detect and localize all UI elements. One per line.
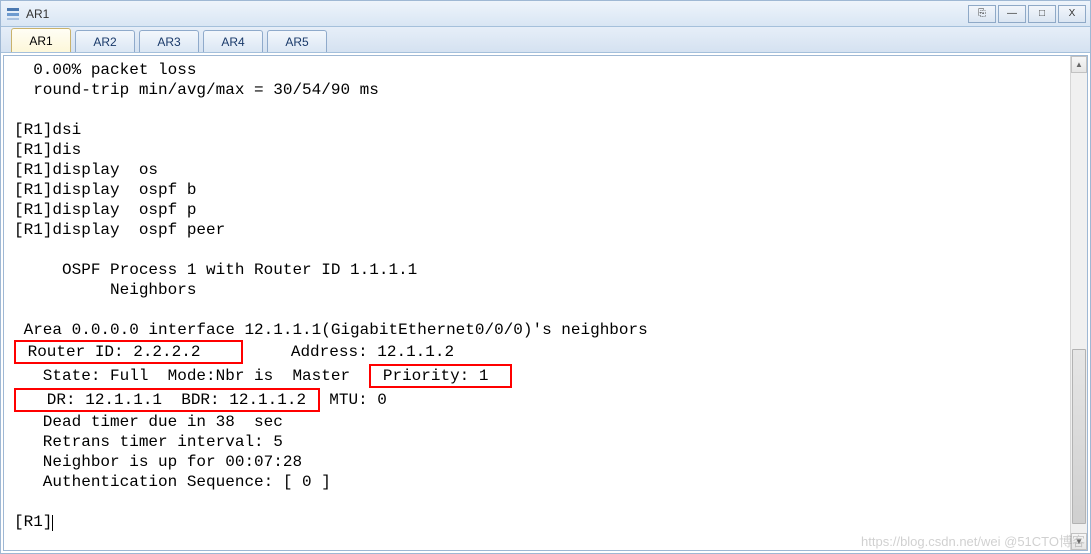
scroll-thumb[interactable]	[1072, 349, 1086, 524]
terminal-line: Area 0.0.0.0 interface 12.1.1.1(GigabitE…	[14, 321, 648, 339]
tab-ar3[interactable]: AR3	[139, 30, 199, 52]
simulator-window: AR1 ⎘ — □ X AR1 AR2 AR3 AR4 AR5 0.00% pa…	[0, 0, 1091, 554]
tab-ar1[interactable]: AR1	[11, 28, 71, 52]
app-icon	[5, 6, 21, 22]
terminal-line: Address: 12.1.1.2	[243, 343, 454, 361]
scroll-up-arrow[interactable]: ▲	[1071, 56, 1087, 73]
scrollbar[interactable]: ▲ ▼	[1070, 56, 1087, 550]
tab-ar2[interactable]: AR2	[75, 30, 135, 52]
terminal-line: Neighbor is up for 00:07:28	[14, 453, 302, 471]
tab-ar5[interactable]: AR5	[267, 30, 327, 52]
minimize-button[interactable]: —	[998, 5, 1026, 23]
scroll-track[interactable]	[1071, 73, 1087, 533]
window-title: AR1	[26, 7, 49, 21]
terminal-line: Retrans timer interval: 5	[14, 433, 283, 451]
scroll-down-arrow[interactable]: ▼	[1071, 533, 1087, 550]
highlight-router-id: Router ID: 2.2.2.2	[14, 340, 243, 364]
terminal-line: [R1]display ospf p	[14, 201, 196, 219]
close-button[interactable]: X	[1058, 5, 1086, 23]
device-tabbar: AR1 AR2 AR3 AR4 AR5	[1, 27, 1090, 53]
terminal-line: [R1]display os	[14, 161, 158, 179]
highlight-priority: Priority: 1	[369, 364, 511, 388]
highlight-dr-bdr: DR: 12.1.1.1 BDR: 12.1.1.2	[14, 388, 320, 412]
tab-ar4[interactable]: AR4	[203, 30, 263, 52]
terminal-line: [R1]display ospf b	[14, 181, 196, 199]
terminal-line: OSPF Process 1 with Router ID 1.1.1.1	[14, 261, 417, 279]
terminal-line: State: Full Mode:Nbr is Master	[14, 367, 369, 385]
terminal-pane: 0.00% packet loss round-trip min/avg/max…	[3, 55, 1088, 551]
terminal-line: [R1]dsi	[14, 121, 81, 139]
terminal-line: [R1]dis	[14, 141, 81, 159]
titlebar: AR1 ⎘ — □ X	[1, 1, 1090, 27]
terminal-cursor	[52, 515, 53, 531]
terminal[interactable]: 0.00% packet loss round-trip min/avg/max…	[4, 56, 1087, 550]
pin-button[interactable]: ⎘	[968, 5, 996, 23]
terminal-line: Neighbors	[14, 281, 196, 299]
terminal-line: round-trip min/avg/max = 30/54/90 ms	[14, 81, 379, 99]
terminal-line: Authentication Sequence: [ 0 ]	[14, 473, 331, 491]
maximize-button[interactable]: □	[1028, 5, 1056, 23]
terminal-line: Dead timer due in 38 sec	[14, 413, 283, 431]
prompt: [R1]	[14, 513, 52, 531]
window-controls: ⎘ — □ X	[966, 5, 1086, 23]
terminal-line: [R1]display ospf peer	[14, 221, 225, 239]
terminal-line: 0.00% packet loss	[14, 61, 196, 79]
terminal-line: MTU: 0	[320, 391, 387, 409]
